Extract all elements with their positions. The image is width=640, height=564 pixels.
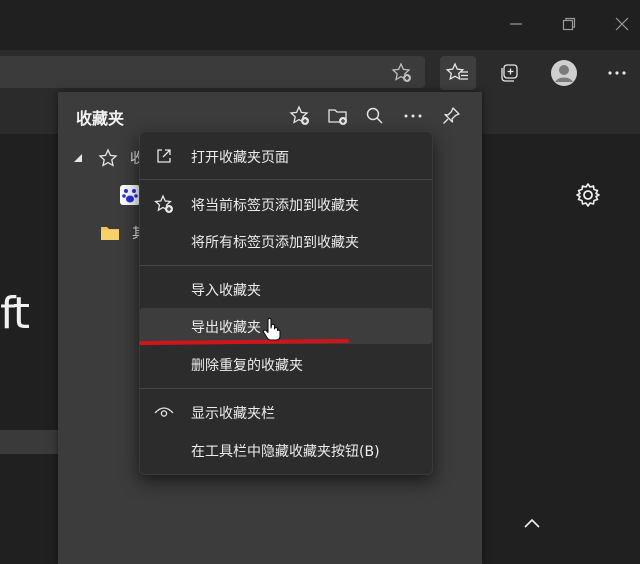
profile-avatar-icon[interactable] — [546, 56, 582, 90]
restore-icon[interactable] — [559, 16, 579, 36]
collapse-triangle-icon[interactable] — [72, 152, 84, 164]
star-icon — [98, 148, 118, 167]
panel-title: 收藏夹 — [76, 109, 125, 128]
favorites-more-menu: 打开收藏夹页面 将当前标签页添加到收藏夹 将所有标签页添加到收藏夹 导入收藏夹 … — [139, 131, 433, 475]
menu-item-label: 导出收藏夹 — [191, 320, 261, 336]
page-band — [0, 430, 60, 454]
star-add-icon — [154, 194, 174, 214]
close-icon[interactable] — [612, 16, 632, 36]
favorites-bar-folder[interactable]: 收 — [72, 146, 144, 170]
pin-icon[interactable] — [438, 104, 464, 128]
menu-divider — [140, 388, 432, 389]
menu-divider — [140, 265, 432, 266]
menu-divider — [140, 179, 432, 180]
more-options-icon[interactable] — [599, 56, 635, 90]
menu-item-import-favorites[interactable]: 导入收藏夹 — [140, 271, 432, 307]
gear-icon[interactable] — [575, 182, 601, 212]
menu-item-label: 将所有标签页添加到收藏夹 — [191, 235, 359, 251]
menu-item-remove-duplicates[interactable]: 删除重复的收藏夹 — [140, 346, 432, 382]
title-bar — [0, 0, 640, 50]
menu-item-label: 打开收藏夹页面 — [191, 150, 289, 166]
hand-cursor-icon — [262, 318, 282, 346]
add-favorite-icon[interactable] — [384, 56, 420, 90]
menu-item-add-all-tabs[interactable]: 将所有标签页添加到收藏夹 — [140, 223, 432, 259]
menu-item-add-current-tab[interactable]: 将当前标签页添加到收藏夹 — [140, 186, 432, 222]
more-options-icon[interactable] — [400, 104, 426, 128]
folder-add-icon[interactable] — [325, 104, 351, 128]
menu-item-show-favorites-bar[interactable]: 显示收藏夹栏 — [140, 394, 432, 430]
menu-item-label: 显示收藏夹栏 — [191, 406, 275, 422]
menu-item-label: 导入收藏夹 — [191, 283, 261, 299]
minimize-icon[interactable] — [506, 16, 526, 36]
baidu-paw-icon — [120, 185, 140, 205]
collections-icon[interactable] — [491, 56, 527, 90]
address-bar[interactable] — [0, 56, 425, 88]
menu-item-label: 删除重复的收藏夹 — [191, 358, 303, 374]
open-external-icon — [154, 146, 174, 166]
search-icon[interactable] — [362, 104, 388, 128]
menu-item-open-favorites-page[interactable]: 打开收藏夹页面 — [140, 138, 432, 174]
favorites-button[interactable] — [440, 56, 476, 90]
folder-icon — [101, 227, 119, 240]
star-add-icon[interactable] — [287, 104, 313, 128]
page-partial-text: ft — [0, 288, 30, 339]
eye-icon — [154, 402, 174, 422]
menu-item-hide-favorites-button[interactable]: 在工具栏中隐藏收藏夹按钮(B) — [140, 432, 432, 468]
menu-item-label: 将当前标签页添加到收藏夹 — [191, 198, 359, 214]
chevron-up-icon[interactable] — [522, 516, 542, 535]
menu-item-label: 在工具栏中隐藏收藏夹按钮(B) — [191, 444, 380, 460]
